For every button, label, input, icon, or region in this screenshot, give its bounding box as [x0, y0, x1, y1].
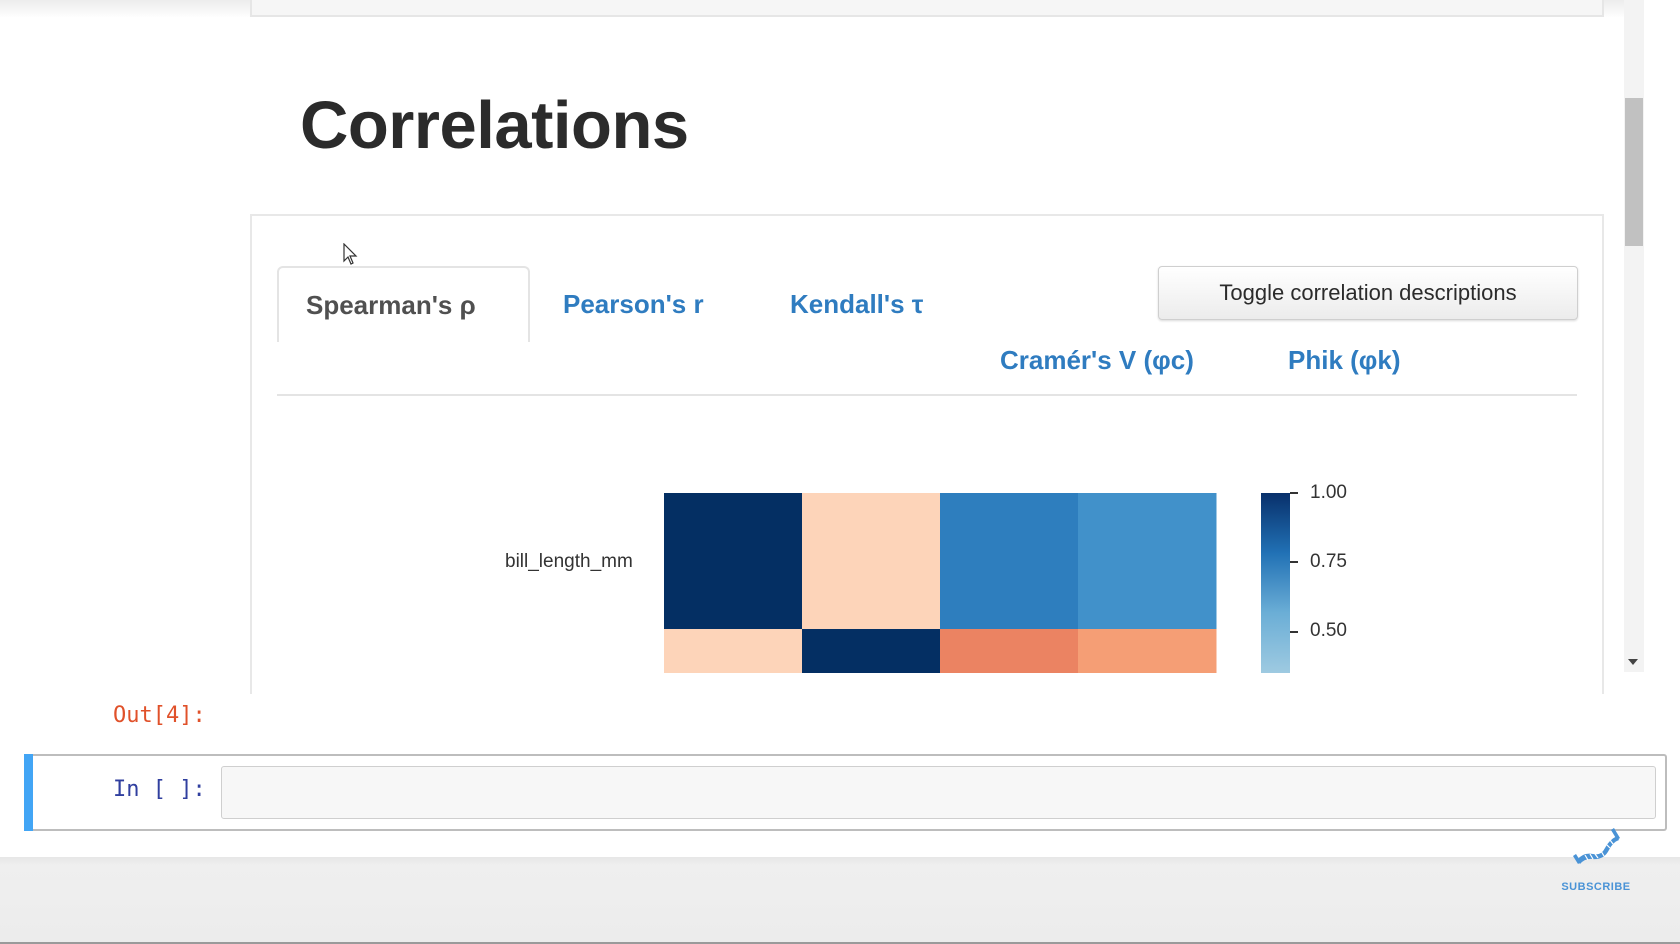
bottom-band [0, 857, 1680, 944]
colorbar-label: 0.50 [1310, 620, 1347, 641]
heatmap-cell [664, 493, 803, 629]
subscribe-overlay[interactable]: SUBSCRIBE [1560, 826, 1632, 893]
mouse-cursor-icon [343, 243, 358, 265]
previous-section-box [250, 0, 1604, 17]
colorbar-tick [1290, 492, 1298, 494]
heatmap-cell [802, 629, 941, 673]
dna-icon [1573, 828, 1620, 864]
heatmap-cell [940, 629, 1079, 673]
correlation-heatmap [664, 493, 1290, 673]
colorbar [1261, 493, 1290, 673]
heatmap-cell [664, 629, 803, 673]
cell-selected-indicator [24, 754, 33, 831]
toggle-correlation-descriptions-button[interactable]: Toggle correlation descriptions [1158, 266, 1578, 320]
code-input[interactable] [221, 766, 1656, 819]
scrollbar-thumb[interactable] [1625, 98, 1643, 246]
colorbar-tick [1290, 561, 1298, 563]
out-prompt: Out[4]: [113, 703, 206, 728]
heatmap-cell [802, 493, 941, 629]
tab-divider [277, 394, 1577, 396]
heatmap-row-label: bill_length_mm [505, 551, 633, 572]
colorbar-tick [1290, 631, 1298, 633]
scroll-down-arrow-icon[interactable] [1628, 659, 1638, 665]
tab-cramers-v[interactable]: Cramér's V (φc) [1000, 345, 1194, 375]
in-prompt: In [ ]: [113, 777, 206, 802]
heatmap-cell [940, 493, 1079, 629]
tab-pearson[interactable]: Pearson's r [563, 289, 704, 319]
tab-kendall[interactable]: Kendall's τ [790, 289, 923, 319]
heatmap-cell [1078, 493, 1217, 629]
subscribe-label: SUBSCRIBE [1561, 881, 1631, 893]
page-title: Correlations [300, 88, 689, 163]
tab-spearman[interactable]: Spearman's ρ [277, 266, 530, 342]
colorbar-label: 1.00 [1310, 482, 1347, 503]
tab-phik[interactable]: Phik (φk) [1288, 345, 1401, 375]
heatmap-cell [1078, 629, 1217, 673]
colorbar-label: 0.75 [1310, 551, 1347, 572]
